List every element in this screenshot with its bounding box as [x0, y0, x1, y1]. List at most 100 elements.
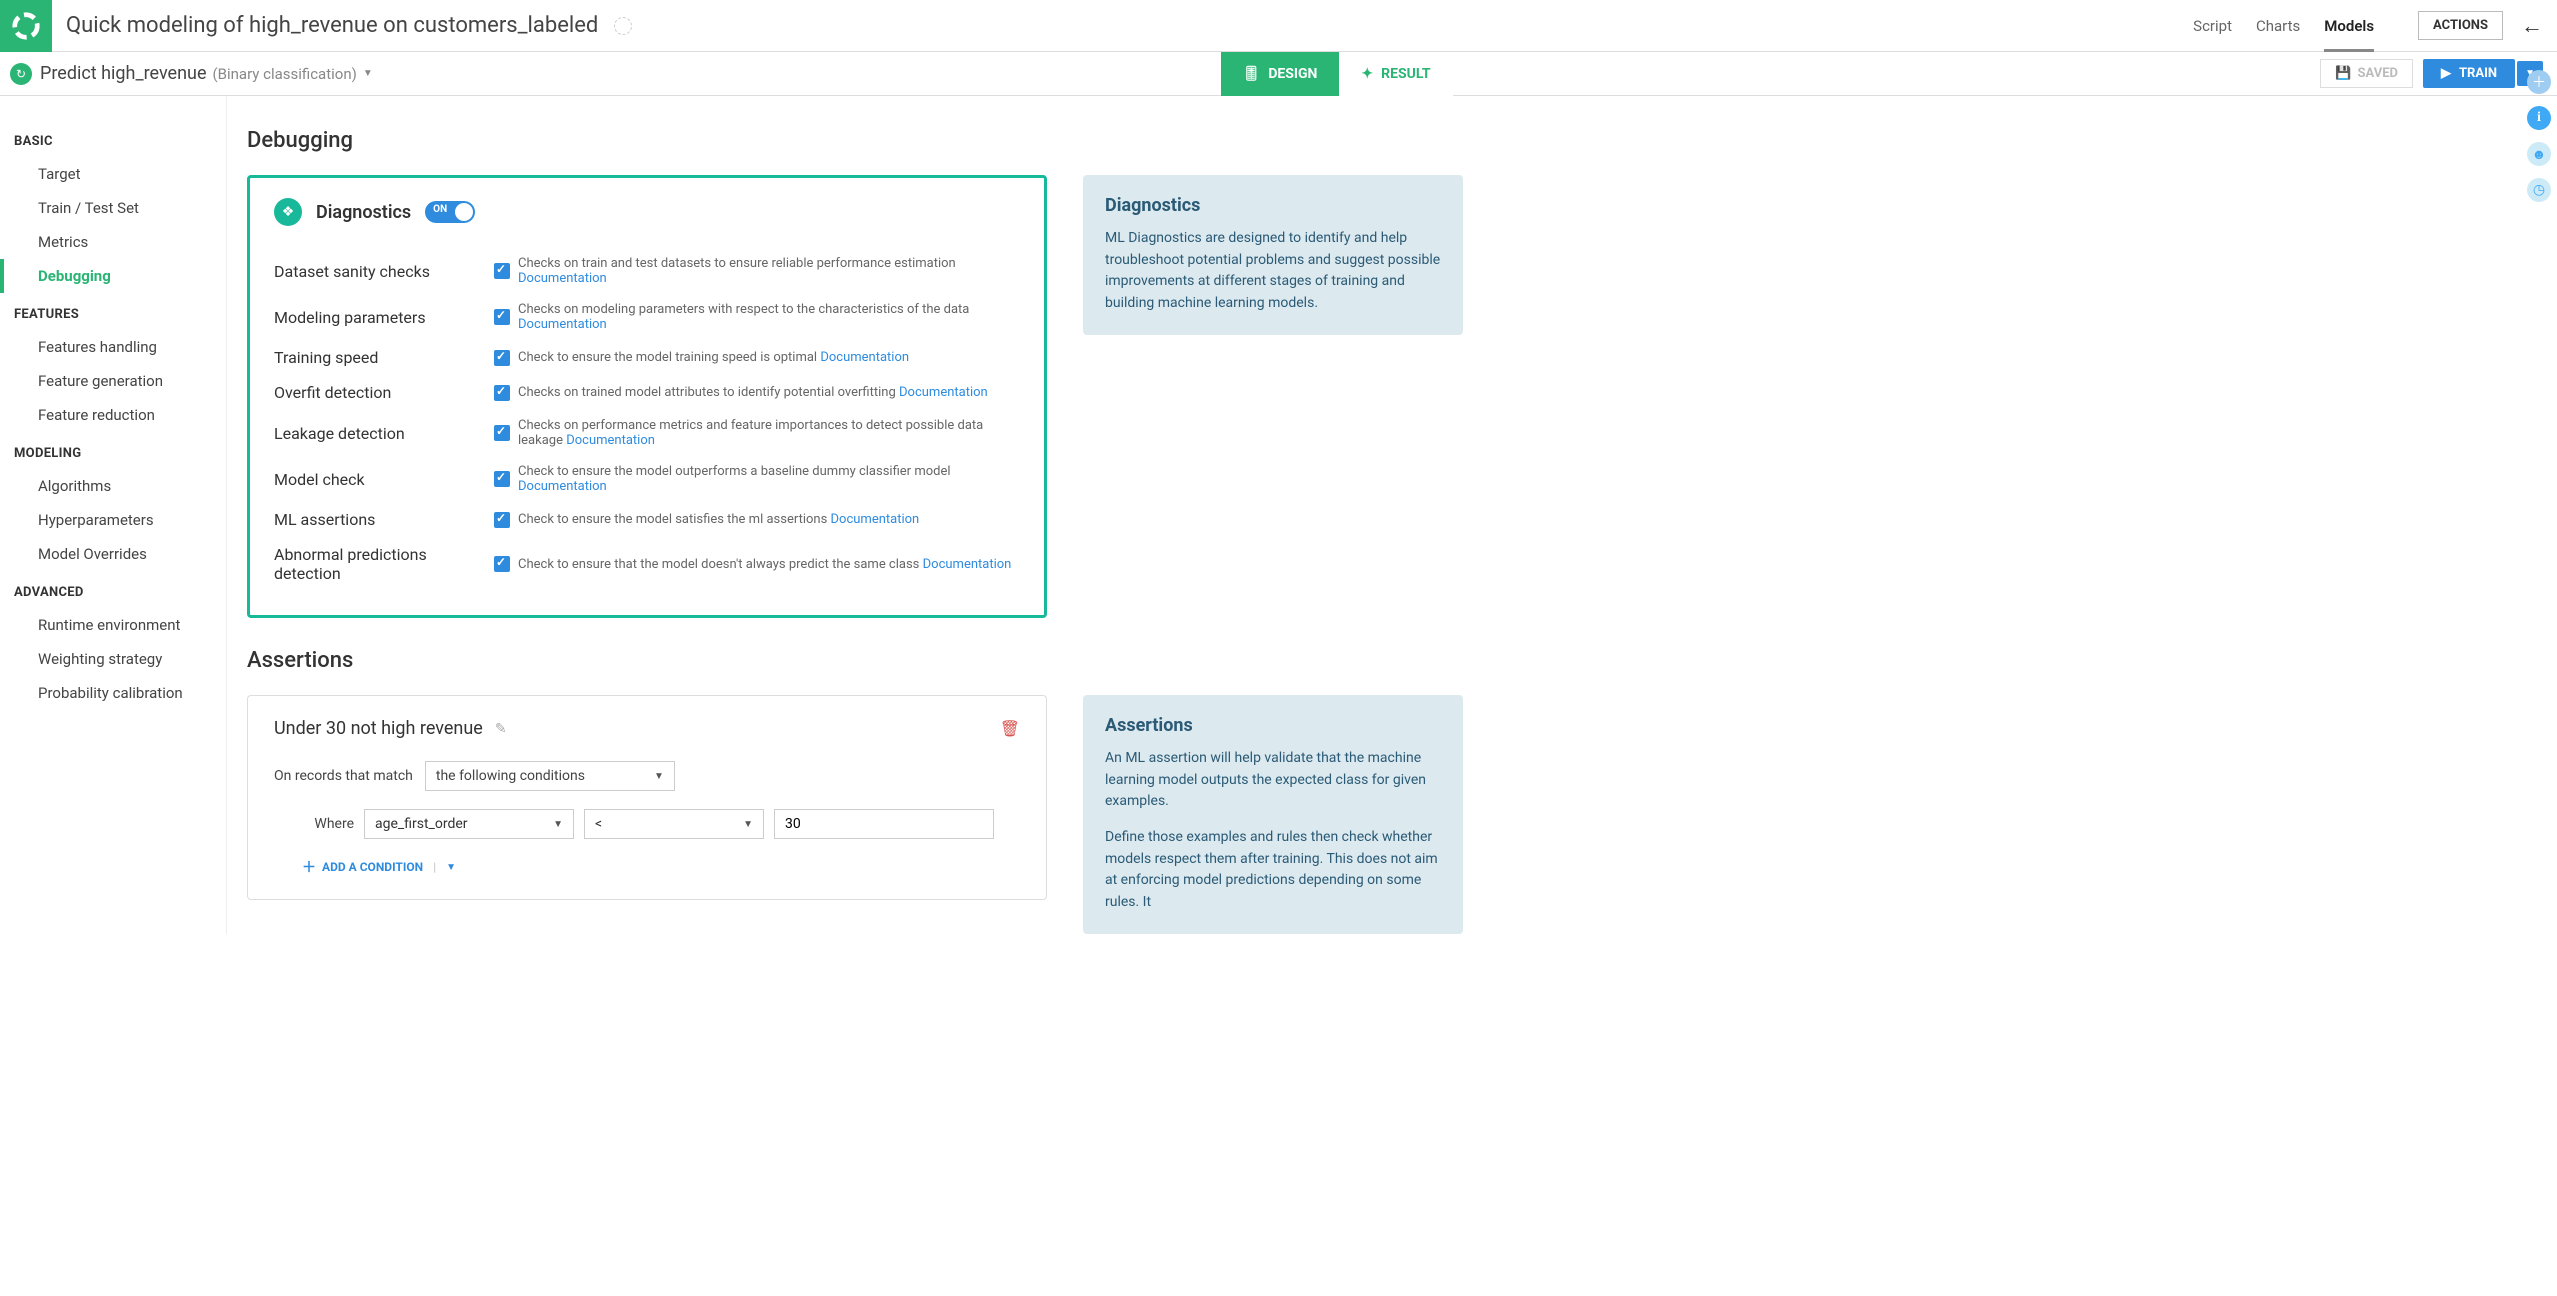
add-condition-button[interactable]: ＋ ADD A CONDITION | ▼ — [302, 857, 1020, 877]
sidebar-item-features-handling[interactable]: Features handling — [0, 330, 226, 364]
assertions-info-text2: Define those examples and rules then che… — [1105, 827, 1441, 914]
diagnostics-toggle[interactable]: ON — [425, 201, 475, 223]
diagnostic-row: Model check Check to ensure the model out… — [274, 456, 1020, 502]
sliders-icon: 🎚 — [1243, 66, 1261, 82]
documentation-link[interactable]: Documentation — [518, 479, 607, 494]
documentation-link[interactable]: Documentation — [518, 317, 607, 332]
project-title: Quick modeling of high_revenue on custom… — [66, 13, 598, 38]
nav-script[interactable]: Script — [2193, 17, 2232, 35]
diagnostics-panel: ❖ Diagnostics ON Dataset sanity checks Ch… — [247, 175, 1047, 618]
documentation-link[interactable]: Documentation — [820, 350, 909, 365]
diagnostics-info-title: Diagnostics — [1105, 195, 1441, 216]
nav-models[interactable]: Models — [2324, 17, 2374, 52]
sidebar-item-train-test[interactable]: Train / Test Set — [0, 191, 226, 225]
sidebar-item-feature-generation[interactable]: Feature generation — [0, 364, 226, 398]
diagnostic-row: Dataset sanity checks Checks on train and… — [274, 248, 1020, 294]
diagnostics-icon: ❖ — [274, 198, 302, 226]
diagnostic-label: Leakage detection — [274, 424, 494, 443]
sidebar-item-model-overrides[interactable]: Model Overrides — [0, 537, 226, 571]
diagnostic-desc: Checks on performance metrics and featur… — [518, 418, 1020, 448]
tab-result[interactable]: ✦ RESULT — [1339, 52, 1452, 96]
tab-design-label: DESIGN — [1268, 66, 1317, 82]
sidebar-heading-advanced: ADVANCED — [0, 571, 226, 608]
diagnostic-checkbox[interactable] — [494, 512, 510, 528]
rail-history-icon[interactable]: ◷ — [2527, 178, 2551, 202]
sidebar-item-target[interactable]: Target — [0, 157, 226, 191]
documentation-link[interactable]: Documentation — [899, 385, 988, 400]
train-label: TRAIN — [2459, 66, 2497, 81]
model-icon: ↻ — [10, 63, 32, 85]
predict-prefix: Predict — [40, 63, 101, 84]
diagnostics-info-box: Diagnostics ML Diagnostics are designed … — [1083, 175, 1463, 335]
where-op-dropdown[interactable]: < ▼ — [584, 809, 764, 839]
app-logo[interactable] — [0, 0, 52, 52]
topbar: Quick modeling of high_revenue on custom… — [0, 0, 2557, 52]
actions-button[interactable]: ACTIONS — [2418, 11, 2503, 40]
documentation-link[interactable]: Documentation — [566, 433, 655, 448]
diagnostic-checkbox[interactable] — [494, 350, 510, 366]
diagnostic-checkbox[interactable] — [494, 556, 510, 572]
train-button[interactable]: ▶ TRAIN — [2423, 59, 2515, 88]
diagnostic-desc: Checks on train and test datasets to ens… — [518, 256, 1020, 286]
diagnostic-desc: Check to ensure the model outperforms a … — [518, 464, 1020, 494]
rail-chat-icon[interactable]: ☻ — [2527, 142, 2551, 166]
assertion-card: Under 30 not high revenue ✎ 🗑 On records… — [247, 695, 1047, 900]
refresh-icon[interactable] — [614, 17, 632, 35]
sidebar-heading-features: FEATURES — [0, 293, 226, 330]
diagnostic-checkbox[interactable] — [494, 471, 510, 487]
diagnostic-checkbox[interactable] — [494, 425, 510, 441]
diagnostic-desc: Check to ensure that the model doesn't a… — [518, 557, 1020, 572]
task-dropdown-icon[interactable]: ▼ — [363, 68, 373, 79]
sidebar-item-probability[interactable]: Probability calibration — [0, 676, 226, 710]
diagnostic-row: Leakage detection Checks on performance m… — [274, 410, 1020, 456]
tab-design[interactable]: 🎚 DESIGN — [1221, 52, 1340, 96]
diagnostics-title: Diagnostics — [316, 202, 411, 223]
nav-charts[interactable]: Charts — [2256, 17, 2300, 35]
diagnostic-label: Training speed — [274, 348, 494, 367]
edit-icon[interactable]: ✎ — [495, 721, 507, 737]
sidebar-item-feature-reduction[interactable]: Feature reduction — [0, 398, 226, 432]
sidebar-item-runtime[interactable]: Runtime environment — [0, 608, 226, 642]
diagnostic-desc: Checks on modeling parameters with respe… — [518, 302, 1020, 332]
top-nav: Script Charts Models ACTIONS — [2193, 11, 2503, 40]
sidebar-heading-modeling: MODELING — [0, 432, 226, 469]
back-arrow-icon[interactable]: ← — [2521, 13, 2543, 39]
match-dropdown[interactable]: the following conditions ▼ — [425, 761, 675, 791]
diagnostic-label: Dataset sanity checks — [274, 262, 494, 281]
sidebar-item-metrics[interactable]: Metrics — [0, 225, 226, 259]
diagnostic-label: Model check — [274, 470, 494, 489]
saved-button: 💾 SAVED — [2320, 59, 2413, 88]
trash-icon[interactable]: 🗑 — [1000, 719, 1020, 738]
diagnostic-desc: Check to ensure the model training speed… — [518, 350, 1020, 365]
save-icon: 💾 — [2335, 66, 2351, 81]
diagnostic-label: ML assertions — [274, 510, 494, 529]
sidebar-item-debugging[interactable]: Debugging — [0, 259, 226, 293]
content-title: Debugging — [247, 128, 2517, 153]
rail-plus-icon[interactable]: ＋ — [2527, 70, 2551, 94]
rail-info-icon[interactable]: i — [2527, 106, 2551, 130]
chevron-down-icon: ▼ — [743, 819, 753, 830]
chevron-down-icon[interactable]: ▼ — [446, 862, 456, 873]
assertion-title: Under 30 not high revenue — [274, 718, 483, 739]
predict-label: Predict high_revenue — [40, 63, 207, 84]
sidebar-item-weighting[interactable]: Weighting strategy — [0, 642, 226, 676]
diagnostic-checkbox[interactable] — [494, 263, 510, 279]
where-field: age_first_order — [375, 816, 468, 832]
toggle-on-label: ON — [433, 204, 447, 215]
sidebar-item-hyperparameters[interactable]: Hyperparameters — [0, 503, 226, 537]
chevron-down-icon: ▼ — [553, 819, 563, 830]
page-title: Quick modeling of high_revenue on custom… — [66, 13, 632, 38]
predict-target: high_revenue — [101, 63, 206, 84]
diagnostic-checkbox[interactable] — [494, 309, 510, 325]
diagnostic-checkbox[interactable] — [494, 385, 510, 401]
documentation-link[interactable]: Documentation — [518, 271, 607, 286]
play-icon: ▶ — [2441, 66, 2451, 81]
documentation-link[interactable]: Documentation — [923, 557, 1012, 572]
diagnostic-label: Modeling parameters — [274, 308, 494, 327]
diagnostic-row: Overfit detectionChecks on trained model… — [274, 375, 1020, 410]
documentation-link[interactable]: Documentation — [831, 512, 920, 527]
sidebar-item-algorithms[interactable]: Algorithms — [0, 469, 226, 503]
where-field-dropdown[interactable]: age_first_order ▼ — [364, 809, 574, 839]
where-value-input[interactable] — [774, 809, 994, 839]
diagnostic-row: ML assertionsCheck to ensure the model s… — [274, 502, 1020, 537]
